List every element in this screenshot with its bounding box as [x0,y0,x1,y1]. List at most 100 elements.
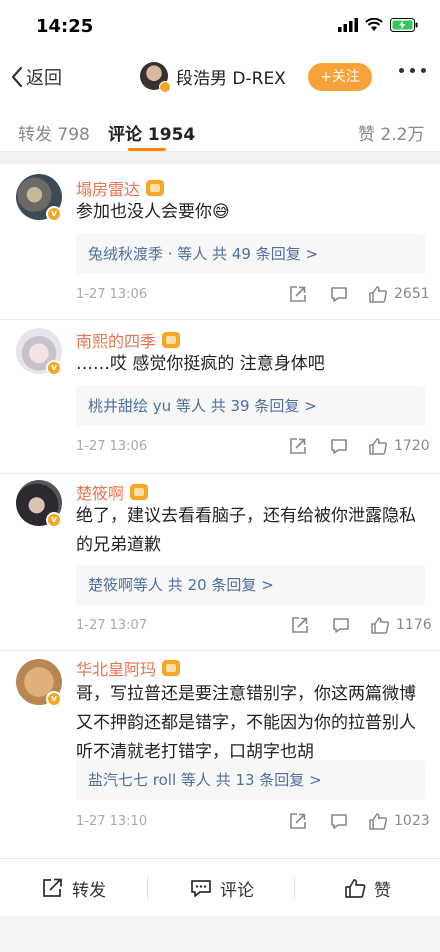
like-button[interactable]: 1720 [368,437,430,455]
share-icon [292,617,308,633]
like-count: 1720 [394,438,430,454]
share-button[interactable] [289,437,307,455]
member-crown-icon [162,660,181,676]
comment-icon [333,618,349,633]
wifi-icon [365,18,383,31]
share-icon [43,878,62,897]
reply-count: 共 39 条回复 > [210,397,317,415]
like-button[interactable]: 1176 [370,616,432,634]
like-button[interactable]: 2651 [368,285,430,303]
comment-icon [331,439,347,454]
verified-badge-icon: v [46,360,62,376]
bottom-separator [294,877,295,899]
author-avatar [140,62,171,93]
author-name: 段浩男 D-REX [176,68,286,89]
repost-button[interactable]: 转发 [42,859,106,917]
repost-label: 转发 [72,880,106,901]
share-button[interactable] [291,616,309,634]
reply-users: 盐汽七七 roll 等人 [88,771,211,789]
like-label: 赞 [374,880,391,901]
commenter-name[interactable]: 华北皇阿玛 [76,656,181,680]
tab-like-count: 2.2万 [380,125,425,145]
commenter-name-text: 南熙的四季 [76,332,157,351]
reply-button[interactable] [330,437,348,455]
back-button[interactable]: 返回 [10,64,62,90]
commenter-name-text: 华北皇阿玛 [76,660,157,679]
member-crown-icon [130,484,149,500]
comment-text: 参加也没人会要你😅 [76,202,230,222]
comment-meta: 1-27 13:10 1023 [76,812,430,834]
chevron-left-icon [11,66,23,88]
verified-badge-icon: v [46,512,62,528]
signal-icon [338,18,358,32]
comment-icon [331,287,347,302]
status-icons [338,18,418,32]
reply-count: 共 13 条回复 > [215,771,322,789]
comment-text: ……哎 感觉你挺疯的 注意身体吧 [76,354,325,374]
comment-time: 1-27 13:07 [76,618,148,633]
thumbs-up-icon [371,617,390,634]
comment-divider [0,650,440,651]
thumbs-up-icon [345,879,366,898]
reply-button[interactable] [332,616,350,634]
commenter-name[interactable]: 南熙的四季 [76,328,181,352]
tab-comment-count: 1954 [147,125,196,145]
dot-icon [410,68,415,73]
reply-users: 桃井甜绘 yu 等人 [88,397,206,415]
comment-icon [331,814,347,829]
tab-bar: 转发 798 评论 1954 赞 2.2万 [0,102,440,152]
back-label: 返回 [26,68,62,89]
reply-count: 共 49 条回复 > [212,245,319,263]
tab-comment-label: 评论 [108,125,142,145]
share-icon [290,286,306,302]
share-icon [290,813,306,829]
follow-button[interactable]: +关注 [308,63,372,91]
reply-summary[interactable]: 盐汽七七 roll 等人 共 13 条回复 > [76,760,425,800]
comment-time: 1-27 13:06 [76,287,148,302]
reply-summary[interactable]: 楚筱啊等人 共 20 条回复 > [76,565,425,605]
commenter-name-text: 楚筱啊 [76,484,125,503]
tab-repost-count: 798 [57,125,90,145]
commenter-name[interactable]: 楚筱啊 [76,480,149,504]
battery-charging-icon [390,18,418,32]
reply-button[interactable] [330,812,348,830]
more-options-button[interactable] [399,68,426,73]
share-button[interactable] [289,285,307,303]
comment-button[interactable]: 评论 [190,859,254,917]
active-tab-indicator [128,148,166,151]
comment-divider [0,473,440,474]
tab-comment[interactable]: 评论 1954 [108,120,195,145]
tab-like[interactable]: 赞 2.2万 [358,120,424,145]
status-bar: 14:25 [0,0,440,56]
reply-summary[interactable]: 兔绒秋渡季 · 等人 共 49 条回复 > [76,234,425,274]
comment-meta: 1-27 13:06 1720 [76,437,430,459]
tab-repost[interactable]: 转发 798 [18,120,90,145]
verified-badge-icon [159,81,171,93]
thumbs-up-icon [369,813,388,830]
like-post-button[interactable]: 赞 [344,859,391,917]
share-button[interactable] [289,812,307,830]
comment-meta: 1-27 13:07 1176 [76,616,432,638]
verified-badge-icon: v [46,206,62,222]
comment-icon [191,880,211,897]
comment-meta: 1-27 13:06 2651 [76,285,430,307]
comment-text: 绝了，建议去看看脑子，还有给被你泄露隐私的兄弟道歉 [76,506,416,555]
commenter-name-text: 塌房雷达 [76,180,141,199]
comment-text: 哥，写拉普还是要注意错别字，你这两篇微博又不押韵还都是错字，不能因为你的拉普别人… [76,684,416,762]
thumbs-up-icon [369,438,388,455]
bottom-action-bar: 转发 评论 赞 [0,858,440,916]
share-icon [290,438,306,454]
commenter-name[interactable]: 塌房雷达 [76,176,165,200]
reply-button[interactable] [330,285,348,303]
author-profile[interactable]: 段浩男 D-REX [140,62,286,93]
comment-label: 评论 [220,880,254,901]
bottom-safe-area [0,916,440,952]
verified-badge-icon: v [46,691,62,707]
reply-users: 楚筱啊等人 [88,576,164,594]
thumbs-up-icon [369,286,388,303]
reply-summary[interactable]: 桃井甜绘 yu 等人 共 39 条回复 > [76,386,425,426]
section-divider [0,152,440,164]
reply-count: 共 20 条回复 > [167,576,274,594]
dot-icon [421,68,426,73]
like-button[interactable]: 1023 [368,812,430,830]
